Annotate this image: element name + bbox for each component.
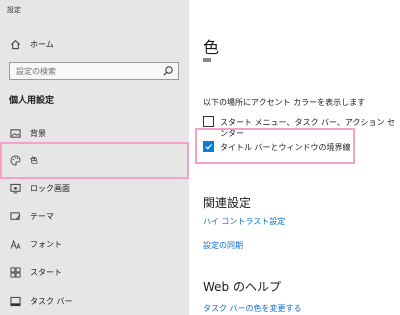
search-icon[interactable] bbox=[162, 65, 174, 77]
sync-settings-link[interactable]: 設定の同期 bbox=[203, 240, 243, 251]
sidebar-item-font[interactable]: フォント bbox=[0, 232, 189, 256]
start-taskbar-checkbox[interactable] bbox=[203, 116, 214, 127]
window-title: 設定 bbox=[7, 6, 21, 14]
lock-screen-icon bbox=[8, 181, 22, 195]
sidebar-item-start[interactable]: スタート bbox=[0, 260, 189, 284]
font-icon bbox=[8, 237, 22, 251]
sidebar-item-label: ロック画面 bbox=[30, 183, 70, 193]
image-icon bbox=[8, 126, 22, 140]
section-heading: 個人用設定 bbox=[9, 96, 55, 106]
theme-icon bbox=[8, 209, 22, 223]
search-box[interactable] bbox=[9, 62, 179, 80]
sidebar-item-label: タスク バー bbox=[30, 296, 73, 306]
accent-prompt: 以下の場所にアクセント カラーを表示します bbox=[203, 98, 366, 107]
sidebar-item-label: フォント bbox=[30, 239, 62, 249]
sidebar-highlight-box bbox=[0, 142, 189, 179]
sidebar-item-label: スタート bbox=[30, 267, 62, 277]
sidebar-item-label: 背景 bbox=[30, 128, 46, 138]
sidebar-item-label: テーマ bbox=[30, 211, 54, 221]
web-help-heading: Web のヘルプ bbox=[203, 280, 281, 294]
sidebar-item-home[interactable]: ホーム bbox=[0, 32, 189, 56]
sidebar-item-label: ホーム bbox=[30, 39, 54, 49]
accent-swatch bbox=[203, 58, 211, 62]
related-settings-heading: 関連設定 bbox=[203, 196, 252, 210]
checkbox-highlight-box bbox=[195, 128, 355, 164]
start-icon bbox=[8, 265, 22, 279]
high-contrast-link[interactable]: ハイ コントラスト設定 bbox=[203, 216, 285, 227]
taskbar-color-help-link[interactable]: タスク バーの色を変更する bbox=[203, 303, 302, 314]
search-input[interactable] bbox=[16, 65, 156, 77]
page-title: 色 bbox=[203, 38, 220, 57]
sidebar-item-lock-screen[interactable]: ロック画面 bbox=[0, 176, 189, 200]
taskbar-icon bbox=[8, 294, 22, 308]
sidebar-item-taskbar[interactable]: タスク バー bbox=[0, 289, 189, 313]
home-icon bbox=[8, 37, 22, 51]
sidebar-item-theme[interactable]: テーマ bbox=[0, 204, 189, 228]
